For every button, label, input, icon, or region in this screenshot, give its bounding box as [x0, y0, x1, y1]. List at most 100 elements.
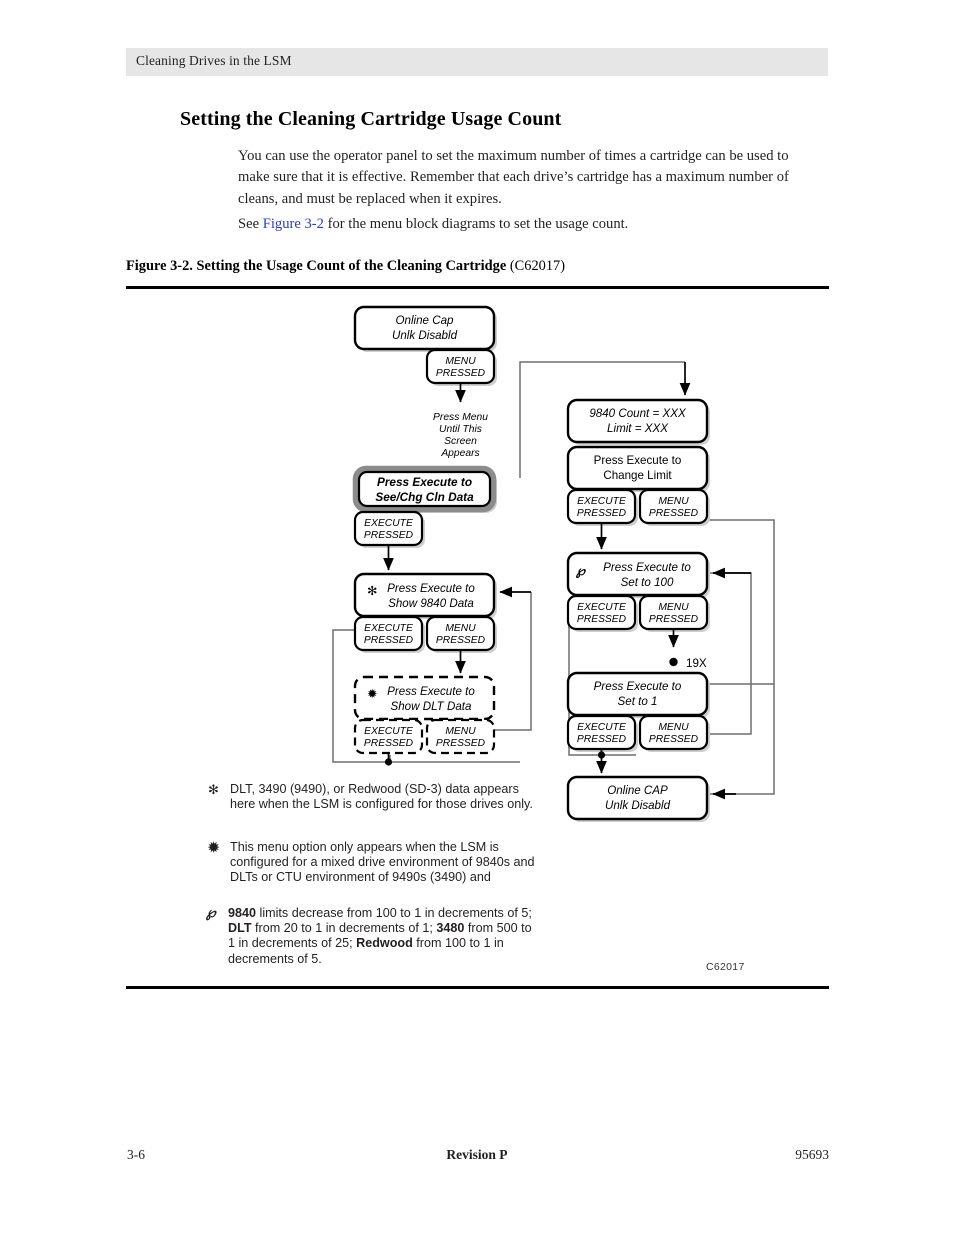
- term-3480: 3480: [436, 921, 465, 936]
- footnote-1: ✻ DLT, 3490 (9490), or Redwood (SD-3) da…: [208, 782, 538, 812]
- document-page: Cleaning Drives in the LSM Setting the C…: [0, 0, 954, 1235]
- body-paragraph-2: See Figure 3-2 for the menu block diagra…: [238, 214, 820, 235]
- key-label: MENU: [445, 623, 476, 634]
- note-line: Appears: [440, 448, 479, 459]
- key-label: PRESSED: [649, 508, 699, 519]
- footnote-marker-icon: ✹: [367, 687, 378, 701]
- fn3-seg: from 20 to 1 in decrements of 1;: [251, 921, 437, 936]
- node-online-cap-end: Online CAP Unlk Disabld: [566, 775, 710, 822]
- node-label: Press Execute to: [387, 685, 475, 698]
- node-label: Limit = XXX: [607, 422, 669, 435]
- repeat-count-label: 19X: [686, 657, 707, 670]
- note-line: Screen: [444, 436, 477, 447]
- node-label: Show DLT Data: [391, 700, 473, 713]
- key-label: PRESSED: [649, 614, 699, 625]
- node-label: Press Execute to: [594, 454, 682, 467]
- body-paragraph-1: You can use the operator panel to set th…: [238, 148, 789, 207]
- key-label: PRESSED: [577, 614, 627, 625]
- key-label: PRESSED: [364, 635, 414, 646]
- page-title: Setting the Cleaning Cartridge Usage Cou…: [180, 108, 562, 130]
- key-label: EXECUTE: [577, 722, 626, 733]
- para2-prefix: See: [238, 216, 263, 232]
- node-label: Press Execute to: [377, 475, 472, 489]
- footnote-2-text: This menu option only appears when the L…: [230, 840, 535, 885]
- figure-caption: Figure 3-2. Setting the Usage Count of t…: [126, 258, 830, 275]
- key-execute-pressed-4: EXECUTE PRESSED: [566, 488, 638, 526]
- figure-rule-bottom: [126, 986, 829, 989]
- key-label: MENU: [445, 726, 476, 737]
- footnote-3: ℘ 9840 limits decrease from 100 to 1 in …: [206, 906, 542, 967]
- node-set-to-1: Press Execute to Set to 1: [566, 671, 710, 718]
- repeat-bullet-icon: [669, 657, 678, 667]
- node-label: Press Execute to: [603, 561, 691, 574]
- key-label: PRESSED: [436, 368, 486, 379]
- key-menu-pressed-4: MENU PRESSED: [638, 488, 710, 526]
- figure-caption-id: (C62017): [506, 258, 566, 274]
- key-execute-pressed-1: EXECUTE PRESSED: [353, 510, 425, 548]
- para2-suffix: for the menu block diagrams to set the u…: [323, 216, 629, 232]
- key-label: MENU: [658, 496, 689, 507]
- footnote-3-text: 9840 limits decrease from 100 to 1 in de…: [228, 906, 542, 967]
- term-9840: 9840: [228, 906, 257, 920]
- figure-caption-bold: Figure 3-2. Setting the Usage Count of t…: [126, 258, 507, 274]
- node-label: Online Cap: [395, 314, 454, 327]
- figure-rule-top: [126, 286, 829, 289]
- node-label: Unlk Disabld: [605, 799, 671, 812]
- key-label: PRESSED: [577, 734, 627, 745]
- key-label: PRESSED: [649, 734, 699, 745]
- key-label: PRESSED: [364, 530, 414, 541]
- note-line: Until This: [439, 424, 482, 435]
- key-menu-pressed-1: MENU PRESSED: [425, 348, 497, 386]
- fn3-seg: limits decrease from 100 to 1 in decreme…: [256, 906, 532, 920]
- node-label: Online CAP: [607, 784, 668, 797]
- node-change-limit: Press Execute to Change Limit: [566, 445, 710, 492]
- key-label: PRESSED: [364, 738, 414, 749]
- node-show-9840-data: ✻ Press Execute to Show 9840 Data: [353, 572, 497, 619]
- hand-pointer-icon: ℘: [206, 906, 216, 921]
- key-execute-pressed-3: EXECUTE PRESSED: [353, 718, 424, 755]
- footer-document-number: 95693: [795, 1147, 829, 1162]
- node-9840-count: 9840 Count = XXX Limit = XXX: [566, 398, 710, 445]
- note-line: Press Menu: [433, 412, 488, 423]
- footnote-1-text: DLT, 3490 (9490), or Redwood (SD-3) data…: [230, 782, 533, 812]
- node-see-chg-cln-data-highlighted: Press Execute to See/Chg Cln Data: [352, 465, 497, 513]
- key-label: EXECUTE: [364, 726, 413, 737]
- node-label: Press Execute to: [387, 582, 475, 595]
- node-label: See/Chg Cln Data: [375, 490, 474, 504]
- node-label: Set to 100: [621, 576, 674, 589]
- node-label: Unlk Disabld: [392, 329, 458, 342]
- key-menu-pressed-5: MENU PRESSED: [638, 594, 710, 632]
- node-label: Change Limit: [603, 469, 672, 482]
- key-label: MENU: [445, 356, 476, 367]
- key-execute-pressed-2: EXECUTE PRESSED: [353, 615, 425, 653]
- node-label: Press Execute to: [594, 680, 682, 693]
- key-label: PRESSED: [436, 738, 486, 749]
- key-label: EXECUTE: [364, 623, 413, 634]
- term-redwood: Redwood: [356, 936, 413, 951]
- menu-flow-diagram: Online Cap Unlk Disabld MENU PRESSED Pre…: [332, 305, 775, 822]
- node-online-cap-start: Online Cap Unlk Disabld: [353, 305, 497, 352]
- note-press-menu-until: Press Menu Until This Screen Appears: [433, 412, 488, 459]
- key-execute-pressed-5: EXECUTE PRESSED: [566, 594, 638, 632]
- node-show-dlt-data: ✹ Press Execute to Show DLT Data: [353, 675, 496, 721]
- key-label: EXECUTE: [364, 518, 413, 529]
- key-label: PRESSED: [436, 635, 486, 646]
- asterisk-icon: ✻: [208, 782, 219, 797]
- key-execute-pressed-6: EXECUTE PRESSED: [566, 714, 638, 752]
- term-dlt: DLT: [228, 921, 252, 936]
- junction-dot: [384, 758, 393, 766]
- node-set-to-100: ℘ Press Execute to Set to 100: [566, 551, 710, 598]
- key-menu-pressed-3: MENU PRESSED: [425, 718, 496, 755]
- key-label: MENU: [658, 722, 689, 733]
- key-label: PRESSED: [577, 508, 627, 519]
- footnote-2: ✹ This menu option only appears when the…: [208, 840, 538, 886]
- footnote-marker-icon: ✻: [367, 584, 377, 598]
- key-label: EXECUTE: [577, 496, 626, 507]
- key-label: EXECUTE: [577, 602, 626, 613]
- key-menu-pressed-6: MENU PRESSED: [638, 714, 710, 752]
- figure-id-label: C62017: [706, 961, 745, 973]
- heavy-asterisk-icon: ✹: [208, 840, 220, 855]
- running-header-text: Cleaning Drives in the LSM: [136, 53, 292, 68]
- node-label: 9840 Count = XXX: [589, 407, 687, 420]
- figure-cross-reference-link[interactable]: Figure 3-2: [263, 216, 324, 232]
